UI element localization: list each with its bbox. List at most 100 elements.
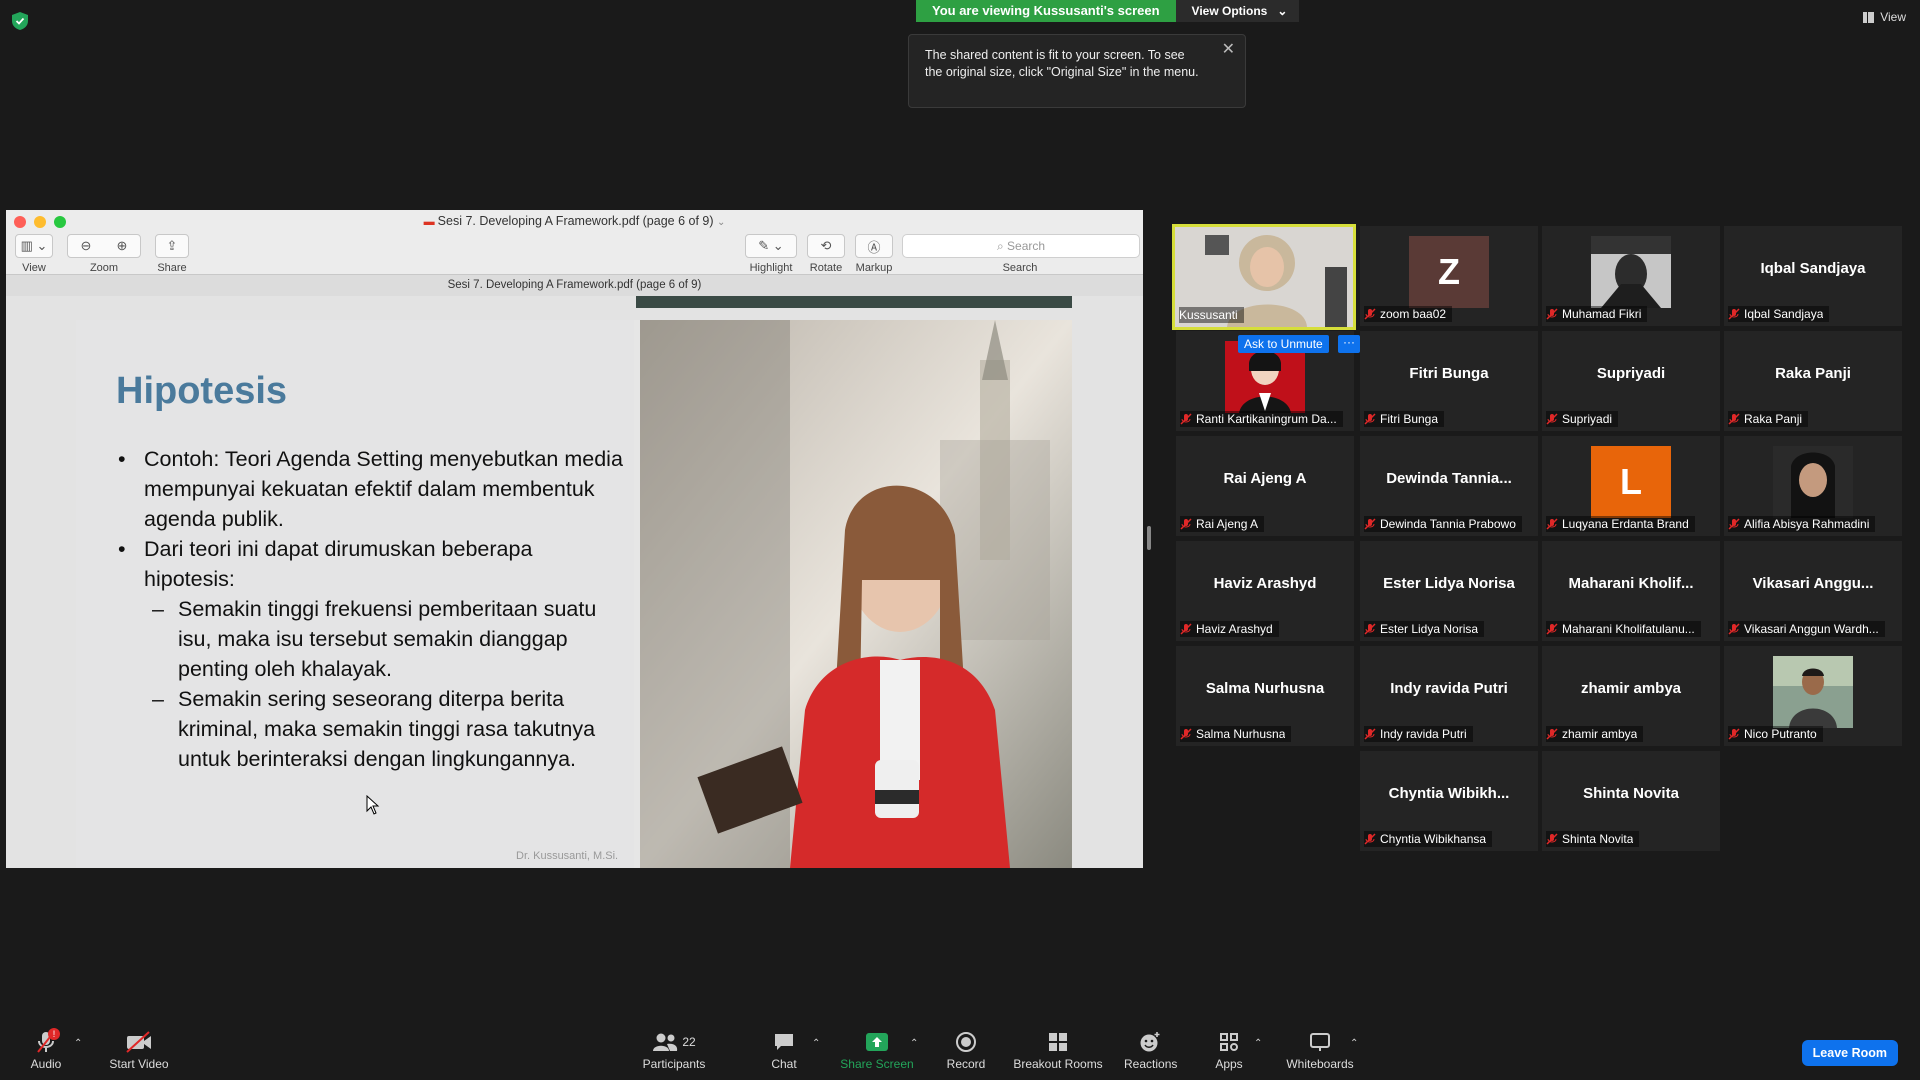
participant-name-label: zhamir ambya — [1546, 726, 1644, 742]
muted-mic-icon — [1180, 518, 1192, 530]
record-label: Record — [946, 1057, 986, 1071]
participant-name-label: Chyntia Wibikhansa — [1364, 831, 1493, 847]
chevron-down-icon[interactable]: ⌄ — [717, 217, 725, 228]
participant-tile[interactable]: Rai Ajeng A Rai Ajeng A — [1176, 436, 1354, 536]
ask-to-unmute-button[interactable]: Ask to Unmute — [1238, 335, 1329, 353]
viewing-screen-label: You are viewing Kussusanti's screen — [916, 0, 1176, 22]
participant-tile[interactable]: Iqbal Sandjaya Iqbal Sandjaya — [1724, 226, 1902, 326]
muted-mic-icon — [1364, 518, 1376, 530]
sub-bullet-1: Semakin tinggi frekuensi pemberitaan sua… — [116, 594, 626, 684]
participant-name-label: Haviz Arashyd — [1180, 621, 1279, 637]
chat-icon — [775, 1034, 793, 1050]
participant-tile[interactable]: Supriyadi Supriyadi — [1542, 331, 1720, 431]
participant-tile-kussusanti[interactable]: Kussusanti — [1172, 224, 1356, 330]
whiteboards-options-caret-icon[interactable]: ⌃ — [1350, 1038, 1358, 1049]
screen-share-banner: You are viewing Kussusanti's screen View… — [916, 0, 1300, 22]
participant-tile[interactable]: Salma Nurhusna Salma Nurhusna — [1176, 646, 1354, 746]
markup-tool[interactable]: Ⓐ Markup — [852, 234, 896, 274]
participant-name-label: Kussusanti — [1179, 307, 1244, 323]
breakout-rooms-label: Breakout Rooms — [1013, 1057, 1103, 1071]
whiteboards-button[interactable]: Whiteboards — [1284, 1030, 1356, 1071]
share-options-caret-icon[interactable]: ⌃ — [910, 1038, 918, 1049]
participant-name-label: Ranti Kartikaningrum Da... — [1180, 411, 1343, 427]
close-icon[interactable]: ✕ — [1222, 41, 1235, 58]
start-video-button[interactable]: Start Video — [104, 1030, 174, 1071]
participant-name: Fitri Bunga — [1409, 365, 1489, 382]
participant-tile[interactable]: Shinta Novita Shinta Novita — [1542, 751, 1720, 851]
participant-tile[interactable]: Z zoom baa02 — [1360, 226, 1538, 326]
document-title-bar: Sesi 7. Developing A Framework.pdf (page… — [6, 274, 1143, 296]
participant-tile[interactable]: Alifia Abisya Rahmadini — [1724, 436, 1902, 536]
participant-tile[interactable]: Maharani Kholif... Maharani Kholifatulan… — [1542, 541, 1720, 641]
participant-tile[interactable]: Chyntia Wibikh... Chyntia Wibikhansa — [1360, 751, 1538, 851]
whiteboard-icon — [1310, 1033, 1330, 1051]
participant-tile[interactable]: zhamir ambya zhamir ambya — [1542, 646, 1720, 746]
audio-options-caret-icon[interactable]: ⌃ — [74, 1038, 82, 1049]
participant-name-label: Alifia Abisya Rahmadini — [1728, 516, 1876, 532]
shared-pdf-window: ▬ Sesi 7. Developing A Framework.pdf (pa… — [6, 210, 1143, 868]
whiteboards-label: Whiteboards — [1286, 1057, 1354, 1071]
participant-name-label: Supriyadi — [1546, 411, 1619, 427]
muted-mic-icon — [1728, 308, 1740, 320]
split-view-handle[interactable] — [1147, 526, 1151, 550]
participant-tile[interactable]: Muhamad Fikri — [1542, 226, 1720, 326]
highlight-icon[interactable]: ✎ ⌄ — [745, 234, 797, 258]
participant-name-label: Raka Panji — [1728, 411, 1809, 427]
rotate-tool[interactable]: ⟲ Rotate — [806, 234, 846, 274]
muted-mic-icon — [1728, 518, 1740, 530]
reactions-label: Reactions — [1124, 1057, 1178, 1071]
muted-mic-icon — [1546, 308, 1558, 320]
search-icon: ⌕ — [996, 239, 1008, 253]
bullet-2: Dari teori ini dapat dirumuskan beberapa… — [116, 534, 626, 594]
share-icon[interactable]: ⇪ — [155, 234, 189, 258]
more-options-button[interactable]: ··· — [1338, 335, 1360, 353]
breakout-rooms-button[interactable]: Breakout Rooms — [1012, 1030, 1104, 1071]
muted-mic-icon — [1180, 623, 1192, 635]
reactions-button[interactable]: Reactions — [1124, 1030, 1178, 1071]
participant-tile[interactable]: L Luqyana Erdanta Brand — [1542, 436, 1720, 536]
participant-tile[interactable]: Fitri Bunga Fitri Bunga — [1360, 331, 1538, 431]
view-options-button[interactable]: View Options ⌄ — [1175, 0, 1300, 22]
participant-tile[interactable]: Nico Putranto — [1724, 646, 1902, 746]
share-screen-button[interactable]: Share Screen — [840, 1030, 914, 1071]
participant-tile[interactable]: Haviz Arashyd Haviz Arashyd — [1176, 541, 1354, 641]
muted-mic-icon — [1546, 518, 1558, 530]
leave-room-button[interactable]: Leave Room — [1801, 1040, 1898, 1066]
participant-tile[interactable]: Ester Lidya Norisa Ester Lidya Norisa — [1360, 541, 1538, 641]
muted-mic-icon — [1364, 308, 1376, 320]
muted-mic-icon — [1180, 413, 1192, 425]
participant-tile[interactable]: Vikasari Anggu... Vikasari Anggun Wardh.… — [1724, 541, 1902, 641]
rotate-icon[interactable]: ⟲ — [807, 234, 845, 258]
zoom-tool-label: Zoom — [89, 262, 119, 274]
view-button[interactable]: View — [1863, 10, 1906, 24]
chat-options-caret-icon[interactable]: ⌃ — [812, 1038, 820, 1049]
zoom-out-icon[interactable]: ⊖ — [68, 238, 104, 254]
participant-tile[interactable]: Raka Panji Raka Panji — [1724, 331, 1902, 431]
view-tool[interactable]: ▥ ⌄ View — [14, 234, 54, 274]
markup-icon[interactable]: Ⓐ — [855, 234, 893, 258]
highlight-tool[interactable]: ✎ ⌄ Highlight — [742, 234, 800, 274]
muted-mic-icon — [1546, 833, 1558, 845]
zoom-tool[interactable]: ⊖ ⊕ Zoom — [66, 234, 142, 274]
sidebar-icon[interactable]: ▥ ⌄ — [15, 234, 53, 258]
chevron-down-icon: ⌄ — [1277, 4, 1288, 18]
pdf-search-input[interactable]: ⌕ Search — [902, 234, 1140, 258]
audio-button[interactable]: ! Audio — [24, 1028, 68, 1071]
chat-button[interactable]: Chat — [766, 1030, 802, 1071]
participant-tile[interactable]: Dewinda Tannia... Dewinda Tannia Prabowo — [1360, 436, 1538, 536]
audio-label: Audio — [30, 1057, 62, 1071]
share-tool[interactable]: ⇪ Share — [152, 234, 192, 274]
participant-tile[interactable]: Indy ravida Putri Indy ravida Putri — [1360, 646, 1538, 746]
start-video-label: Start Video — [109, 1057, 169, 1071]
zoom-in-icon[interactable]: ⊕ — [104, 238, 140, 254]
participant-name-label: Iqbal Sandjaya — [1728, 306, 1830, 322]
participants-button[interactable]: 22 Participants — [640, 1030, 708, 1071]
slide-title: Hipotesis — [116, 370, 288, 412]
apps-options-caret-icon[interactable]: ⌃ — [1254, 1038, 1262, 1049]
security-shield-icon[interactable] — [12, 12, 28, 30]
search-label: Search — [1002, 262, 1038, 274]
slide-page: Hipotesis Contoh: Teori Agenda Setting m… — [76, 320, 1072, 868]
record-button[interactable]: Record — [942, 1030, 990, 1071]
apps-button[interactable]: Apps — [1212, 1030, 1246, 1071]
participant-tile[interactable]: Ask to Unmute ··· Ranti Kartikaningrum D… — [1176, 331, 1360, 431]
